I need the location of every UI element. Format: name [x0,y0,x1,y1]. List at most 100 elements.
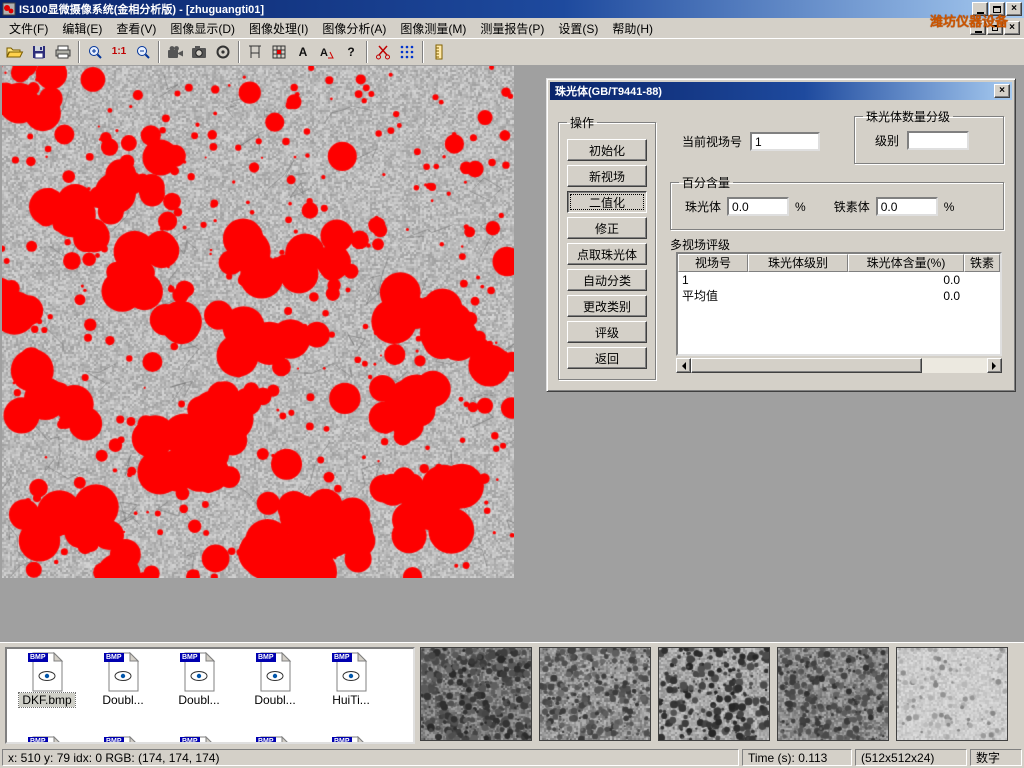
table-row[interactable]: 平均值 0.0 [678,288,1000,304]
col-ferrite[interactable]: 铁素 [964,254,1000,272]
auto-classify-button[interactable]: 自动分类 [567,269,647,291]
col-field-number[interactable]: 视场号 [678,254,748,272]
aperture-button[interactable] [211,40,235,64]
cell-field: 平均值 [678,288,748,304]
file-item[interactable]: BMP [313,736,389,744]
thumbnail-strip [420,647,1008,741]
current-field-row: 当前视场号 [682,132,820,151]
image-thumbnail[interactable] [658,647,770,741]
text-annotation-button[interactable]: A [291,40,315,64]
menu-image-processing[interactable]: 图像处理(I) [242,18,315,39]
close-button[interactable]: × [1006,2,1022,16]
image-thumbnail[interactable] [777,647,889,741]
pick-pearlite-button[interactable]: 点取珠光体 [567,243,647,265]
image-thumbnail[interactable] [896,647,1008,741]
change-class-button[interactable]: 更改类别 [567,295,647,317]
bmp-file-icon: BMP [106,736,140,744]
file-item[interactable]: BMP [85,736,161,744]
correct-button[interactable]: 修正 [567,217,647,239]
bmp-file-icon: BMP [258,652,292,692]
file-item[interactable]: BMP [237,736,313,744]
grade-button[interactable]: 评级 [567,321,647,343]
menu-image-display[interactable]: 图像显示(D) [163,18,242,39]
file-item[interactable]: BMP HuiTi... [313,652,389,707]
menu-image-measure[interactable]: 图像测量(M) [393,18,473,39]
help-button[interactable]: ? [339,40,363,64]
application-window: IS100显微摄像系统(金相分析版) - [zhuguangti01] × 文件… [0,0,1024,768]
grid-measure-button[interactable] [267,40,291,64]
bmp-badge: BMP [104,653,124,662]
dialog-title-bar[interactable]: 珠光体(GB/T9441-88) × [550,82,1012,100]
cell-ferrite [964,288,1000,304]
level-label: 级别 [875,132,899,149]
bmp-badge: BMP [256,653,276,662]
processing-time-readout: Time (s): 0.113 [742,749,852,766]
zoom-in-button[interactable] [83,40,107,64]
file-browser[interactable]: BMP DKF.bmp BMP Doubl... BMP [5,647,415,744]
save-button[interactable] [27,40,51,64]
file-item[interactable]: BMP Doubl... [161,652,237,707]
bmp-badge: BMP [256,737,276,744]
file-label[interactable]: Doubl... [251,693,298,707]
current-field-label: 当前视场号 [682,133,742,150]
col-pearlite-level[interactable]: 珠光体级别 [748,254,848,272]
menu-image-analysis[interactable]: 图像分析(A) [315,18,393,39]
toolbar-separator [422,41,424,63]
zoom-out-button[interactable] [131,40,155,64]
toolbar-separator [78,41,80,63]
specimen-binarized-image[interactable] [2,66,514,578]
file-item[interactable]: BMP Doubl... [85,652,161,707]
pearlite-percent-input[interactable] [727,197,789,216]
image-size-readout: (512x512x24) [855,749,967,766]
new-field-button[interactable]: 新视场 [567,165,647,187]
ferrite-percent-input[interactable] [876,197,938,216]
camera-capture-button[interactable] [187,40,211,64]
scrollbar-thumb[interactable] [691,358,922,373]
file-label[interactable]: Doubl... [175,693,222,707]
toolbar-separator [238,41,240,63]
col-pearlite-content[interactable]: 珠光体含量(%) [848,254,964,272]
table-horizontal-scrollbar[interactable] [676,358,1002,373]
actual-size-button[interactable]: 1:1 [107,40,131,64]
cell-content: 0.0 [848,272,964,288]
menu-edit[interactable]: 编辑(E) [55,18,109,39]
dialog-title: 珠光体(GB/T9441-88) [555,83,994,99]
menu-view[interactable]: 查看(V) [109,18,163,39]
angle-measure-button[interactable]: A [315,40,339,64]
video-capture-button[interactable] [163,40,187,64]
scroll-left-button[interactable] [676,358,691,373]
caliper-measure-button[interactable] [243,40,267,64]
pearlite-dialog: 珠光体(GB/T9441-88) × 操作 初始化 新视场 二值化 修正 点取珠… [546,78,1016,392]
initialize-button[interactable]: 初始化 [567,139,647,161]
file-item[interactable]: BMP DKF.bmp [9,652,85,707]
bmp-file-icon: BMP [30,652,64,692]
bottom-panel: BMP DKF.bmp BMP Doubl... BMP [0,642,1024,747]
ruler-button[interactable] [427,40,451,64]
scroll-right-button[interactable] [987,358,1002,373]
level-input[interactable] [907,131,969,150]
binarize-button[interactable]: 二值化 [567,191,647,213]
return-button[interactable]: 返回 [567,347,647,369]
image-thumbnail[interactable] [420,647,532,741]
table-row[interactable]: 1 0.0 [678,272,1000,288]
menu-measure-report[interactable]: 测量报告(P) [473,18,551,39]
dialog-close-button[interactable]: × [994,84,1010,98]
file-label[interactable]: Doubl... [99,693,146,707]
menu-file[interactable]: 文件(F) [2,18,55,39]
menu-help[interactable]: 帮助(H) [605,18,660,39]
open-button[interactable] [3,40,27,64]
file-label[interactable]: HuiTi... [329,693,373,707]
file-item[interactable]: BMP [161,736,237,744]
point-grid-button[interactable] [395,40,419,64]
cell-level [748,272,848,288]
cut-scissors-button[interactable] [371,40,395,64]
file-item[interactable]: BMP [9,736,85,744]
bmp-file-icon: BMP [334,736,368,744]
file-item[interactable]: BMP Doubl... [237,652,313,707]
file-label[interactable]: DKF.bmp [19,693,74,707]
print-button[interactable] [51,40,75,64]
current-field-input[interactable] [750,132,820,151]
scrollbar-track[interactable] [691,358,987,373]
image-thumbnail[interactable] [539,647,651,741]
menu-settings[interactable]: 设置(S) [551,18,605,39]
